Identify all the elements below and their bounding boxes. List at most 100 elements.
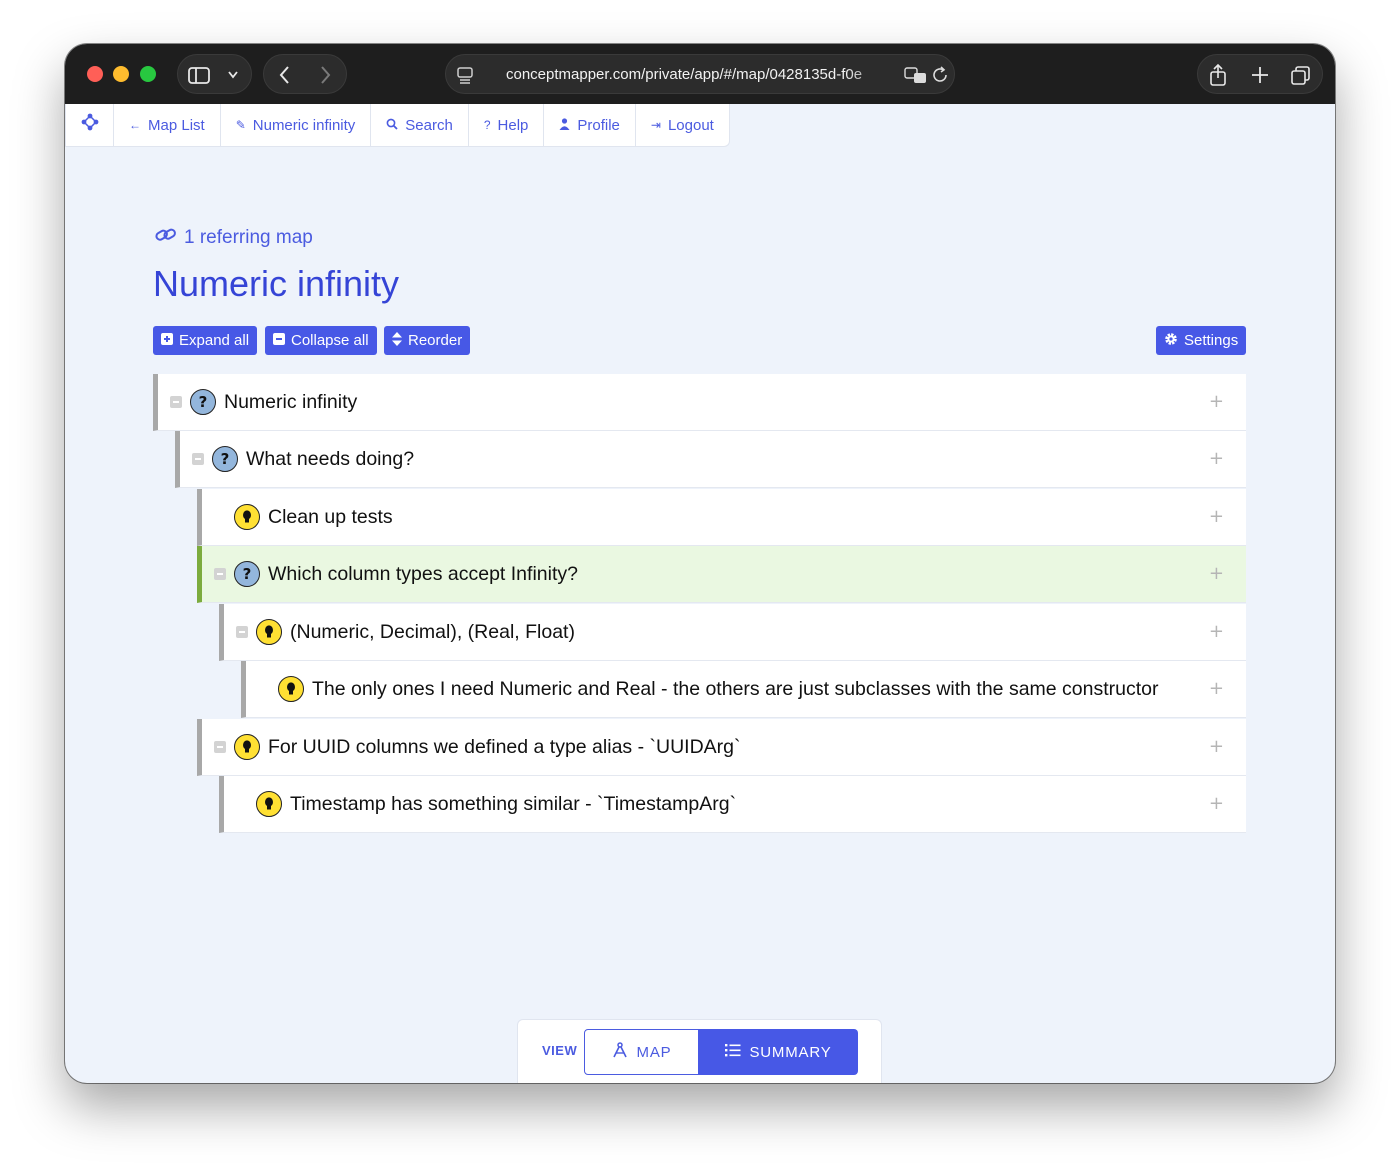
lightbulb-node-icon: [256, 791, 282, 817]
add-child-button[interactable]: +: [1209, 374, 1224, 430]
add-child-button[interactable]: +: [1209, 431, 1224, 487]
reload-icon[interactable]: [932, 55, 950, 108]
nav-label: Profile: [577, 116, 620, 134]
collapse-toggle[interactable]: [214, 568, 226, 580]
zoom-window-button[interactable]: [140, 66, 156, 82]
button-label: Settings: [1184, 332, 1239, 349]
add-child-button[interactable]: +: [1209, 719, 1224, 775]
collapse-all-button[interactable]: Collapse all: [265, 326, 377, 355]
search-icon: [386, 118, 398, 133]
nav-search[interactable]: Search: [371, 104, 469, 146]
button-label: Collapse all: [291, 332, 369, 349]
nav-label: Logout: [667, 116, 714, 134]
view-switcher: VIEW MAP SUMMARY: [517, 1019, 882, 1083]
nav-logout[interactable]: ⇥ Logout: [636, 104, 729, 146]
referring-maps-link[interactable]: 1 referring map: [154, 226, 313, 250]
sort-icon: [392, 332, 402, 349]
sidebar-icon[interactable]: [188, 55, 210, 108]
button-label: Expand all: [179, 332, 250, 349]
lightbulb-node-icon: [278, 676, 304, 702]
referring-label: 1 referring map: [184, 227, 313, 248]
compass-icon: [612, 1042, 628, 1062]
node-text[interactable]: The only ones I need Numeric and Real - …: [312, 661, 1159, 717]
plus-square-icon: [161, 333, 173, 348]
add-child-button[interactable]: +: [1209, 546, 1224, 602]
collapse-toggle[interactable]: [214, 741, 226, 753]
view-label: VIEW: [542, 1043, 578, 1058]
nav-label: Numeric infinity: [252, 116, 356, 134]
map-view-button[interactable]: MAP: [584, 1029, 699, 1075]
summary-view-label: SUMMARY: [749, 1043, 832, 1061]
translate-icon[interactable]: [904, 55, 928, 110]
collapse-toggle[interactable]: [236, 626, 248, 638]
tree-row[interactable]: For UUID columns we defined a type alias…: [197, 719, 1246, 776]
link-icon: [154, 226, 178, 250]
nav-help[interactable]: ? Help: [469, 104, 545, 146]
window-actions-group: [1197, 54, 1323, 94]
nav-label: Map List: [148, 116, 205, 134]
history-nav-group: [263, 54, 347, 94]
question-icon: ?: [483, 118, 491, 132]
collapse-toggle[interactable]: [170, 396, 182, 408]
tree-row[interactable]: Clean up tests +: [197, 489, 1246, 546]
address-bar[interactable]: conceptmapper.com/private/app/#/map/0428…: [445, 54, 955, 94]
tree-row-selected[interactable]: ? Which column types accept Infinity? +: [197, 546, 1246, 603]
tree-row[interactable]: The only ones I need Numeric and Real - …: [241, 661, 1246, 718]
node-text[interactable]: Which column types accept Infinity?: [268, 546, 578, 602]
page-title: Numeric infinity: [153, 263, 400, 304]
button-label: Reorder: [408, 332, 463, 349]
add-child-button[interactable]: +: [1209, 489, 1224, 545]
chevron-down-icon[interactable]: [226, 55, 240, 108]
question-node-icon: ?: [190, 389, 216, 415]
settings-button[interactable]: Settings: [1156, 326, 1247, 355]
node-text[interactable]: Timestamp has something similar - `Times…: [290, 776, 736, 832]
list-icon: [724, 1043, 741, 1061]
logo-icon: [81, 113, 99, 137]
nav-label: Search: [405, 116, 453, 134]
add-child-button[interactable]: +: [1209, 776, 1224, 832]
nav-map-list[interactable]: ← Map List: [114, 104, 221, 146]
tabs-icon[interactable]: [1290, 55, 1312, 108]
summary-view-button[interactable]: SUMMARY: [698, 1029, 858, 1075]
page-settings-icon[interactable]: [456, 55, 474, 108]
back-icon[interactable]: [278, 55, 292, 108]
reorder-button[interactable]: Reorder: [384, 326, 471, 355]
add-child-button[interactable]: +: [1209, 661, 1224, 717]
node-text[interactable]: Numeric infinity: [224, 374, 357, 430]
node-text[interactable]: (Numeric, Decimal), (Real, Float): [290, 604, 575, 660]
pencil-icon: ✎: [235, 118, 246, 132]
plus-icon[interactable]: [1250, 55, 1270, 108]
lightbulb-node-icon: [234, 734, 260, 760]
tree-row[interactable]: ? Numeric infinity +: [153, 374, 1246, 431]
share-icon[interactable]: [1208, 55, 1228, 108]
close-window-button[interactable]: [87, 66, 103, 82]
lightbulb-node-icon: [234, 504, 260, 530]
node-text[interactable]: For UUID columns we defined a type alias…: [268, 719, 741, 775]
nav-current-map[interactable]: ✎ Numeric infinity: [221, 104, 372, 146]
question-node-icon: ?: [212, 446, 238, 472]
tree-row[interactable]: ? What needs doing? +: [175, 431, 1246, 488]
arrow-left-icon: ←: [129, 118, 141, 132]
logout-icon: ⇥: [650, 118, 661, 132]
lightbulb-node-icon: [256, 619, 282, 645]
url-text[interactable]: conceptmapper.com/private/app/#/map/0428…: [506, 55, 896, 95]
browser-titlebar: conceptmapper.com/private/app/#/map/0428…: [65, 44, 1335, 104]
user-icon: [559, 117, 570, 133]
app-logo-button[interactable]: [66, 104, 114, 146]
add-child-button[interactable]: +: [1209, 604, 1224, 660]
app-nav: ← Map List ✎ Numeric infinity Search ? H…: [65, 104, 730, 147]
gear-icon: [1164, 332, 1178, 349]
minus-square-icon: [273, 333, 285, 348]
nav-label: Help: [497, 116, 529, 134]
tree-row[interactable]: (Numeric, Decimal), (Real, Float) +: [219, 604, 1246, 661]
minimize-window-button[interactable]: [113, 66, 129, 82]
question-node-icon: ?: [234, 561, 260, 587]
expand-all-button[interactable]: Expand all: [153, 326, 258, 355]
node-text[interactable]: What needs doing?: [246, 431, 414, 487]
nav-profile[interactable]: Profile: [544, 104, 636, 146]
tree-row[interactable]: Timestamp has something similar - `Times…: [219, 776, 1246, 833]
collapse-toggle[interactable]: [192, 453, 204, 465]
forward-icon[interactable]: [318, 55, 332, 108]
node-text[interactable]: Clean up tests: [268, 489, 393, 545]
sidebar-toggle-group[interactable]: [177, 54, 252, 94]
